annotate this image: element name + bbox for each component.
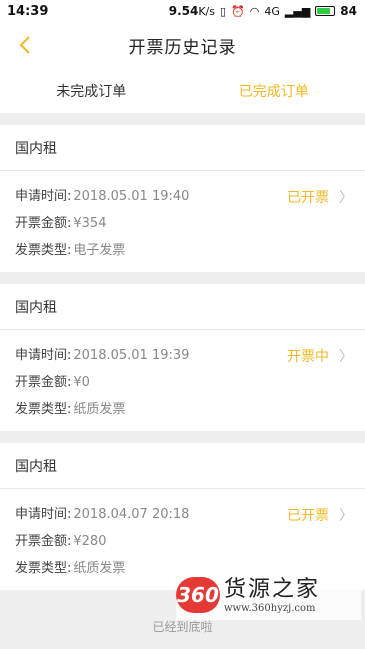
battery-icon bbox=[315, 6, 336, 16]
invoice-status-text: 开票中 bbox=[287, 349, 329, 365]
chevron-right-icon: 〉 bbox=[339, 508, 353, 524]
status-bar: 14:39 9.54K/s ▯ ⏰ ◠ 4G ▂▄▆ 84 bbox=[0, 0, 365, 22]
apply-time-value: 2018.05.01 19:39 bbox=[73, 348, 190, 363]
order-tabs: 未完成订单 已完成订单 bbox=[0, 68, 365, 113]
invoice-type-label: 发票类型: bbox=[15, 243, 72, 258]
order-card[interactable]: 国内租 申请时间: 2018.04.07 20:18 开票金额: ¥280 发票… bbox=[0, 443, 365, 590]
chevron-right-icon: 〉 bbox=[339, 190, 353, 206]
order-details: 申请时间: 2018.05.01 19:39 开票金额: ¥0 发票类型: 纸质… bbox=[0, 330, 365, 431]
amount-label: 开票金额: bbox=[15, 216, 72, 231]
alarm-icon: ⏰ bbox=[231, 4, 245, 18]
apply-time-value: 2018.05.01 19:40 bbox=[73, 189, 190, 204]
watermark: 360 货源之家 www.360hyzj.com bbox=[176, 570, 361, 620]
apply-time-label: 申请时间: bbox=[15, 507, 72, 522]
invoice-type-row: 发票类型: 纸质发票 bbox=[15, 396, 350, 423]
order-category: 国内租 bbox=[0, 125, 365, 171]
watermark-url: www.360hyzj.com bbox=[224, 602, 316, 614]
amount-value: ¥354 bbox=[73, 216, 107, 231]
order-details: 申请时间: 2018.05.01 19:40 开票金额: ¥354 发票类型: … bbox=[0, 171, 365, 272]
invoice-status[interactable]: 已开票 〉 bbox=[287, 505, 353, 525]
invoice-type-label: 发票类型: bbox=[15, 561, 72, 576]
status-time: 14:39 bbox=[7, 3, 49, 19]
status-icons: 9.54K/s ▯ ⏰ ◠ 4G ▂▄▆ 84 bbox=[169, 4, 357, 18]
apply-time-label: 申请时间: bbox=[15, 189, 72, 204]
order-category: 国内租 bbox=[0, 443, 365, 489]
signal-icon: ▂▄▆ bbox=[284, 4, 311, 18]
amount-label: 开票金额: bbox=[15, 534, 72, 549]
invoice-type-row: 发票类型: 电子发票 bbox=[15, 237, 350, 264]
vibrate-icon: ▯ bbox=[220, 4, 227, 18]
amount-value: ¥280 bbox=[73, 534, 107, 549]
back-button[interactable] bbox=[10, 30, 40, 60]
battery-level: 84 bbox=[340, 4, 357, 18]
amount-row: 开票金额: ¥280 bbox=[15, 528, 350, 555]
apply-time-value: 2018.04.07 20:18 bbox=[73, 507, 190, 522]
amount-label: 开票金额: bbox=[15, 375, 72, 390]
amount-row: 开票金额: ¥354 bbox=[15, 210, 350, 237]
page-title: 开票历史记录 bbox=[128, 37, 237, 58]
order-category: 国内租 bbox=[0, 284, 365, 330]
invoice-status[interactable]: 已开票 〉 bbox=[287, 187, 353, 207]
nav-bar: 开票历史记录 bbox=[0, 22, 365, 68]
invoice-type-label: 发票类型: bbox=[15, 402, 72, 417]
end-of-list-text: 已经到底啦 bbox=[152, 620, 213, 634]
amount-value: ¥0 bbox=[73, 375, 90, 390]
order-card[interactable]: 国内租 申请时间: 2018.05.01 19:39 开票金额: ¥0 发票类型… bbox=[0, 284, 365, 431]
chevron-right-icon: 〉 bbox=[339, 349, 353, 365]
tab-completed-orders[interactable]: 已完成订单 bbox=[183, 81, 365, 101]
invoice-status-text: 已开票 bbox=[287, 190, 329, 206]
invoice-status[interactable]: 开票中 〉 bbox=[287, 346, 353, 366]
order-card[interactable]: 国内租 申请时间: 2018.05.01 19:40 开票金额: ¥354 发票… bbox=[0, 125, 365, 272]
invoice-status-text: 已开票 bbox=[287, 508, 329, 524]
invoice-type-value: 纸质发票 bbox=[73, 561, 126, 576]
watermark-name: 货源之家 bbox=[224, 576, 321, 602]
wifi-icon: ◠ bbox=[249, 4, 260, 18]
amount-row: 开票金额: ¥0 bbox=[15, 369, 350, 396]
tab-incomplete-orders[interactable]: 未完成订单 bbox=[0, 81, 183, 101]
watermark-logo: 360 bbox=[176, 577, 220, 613]
signal-4g-icon: 4G bbox=[264, 4, 280, 18]
network-speed: 9.54K/s bbox=[168, 4, 215, 18]
invoice-type-value: 电子发票 bbox=[73, 243, 126, 258]
invoice-type-value: 纸质发票 bbox=[73, 402, 126, 417]
chevron-left-icon bbox=[19, 36, 30, 54]
apply-time-label: 申请时间: bbox=[15, 348, 72, 363]
